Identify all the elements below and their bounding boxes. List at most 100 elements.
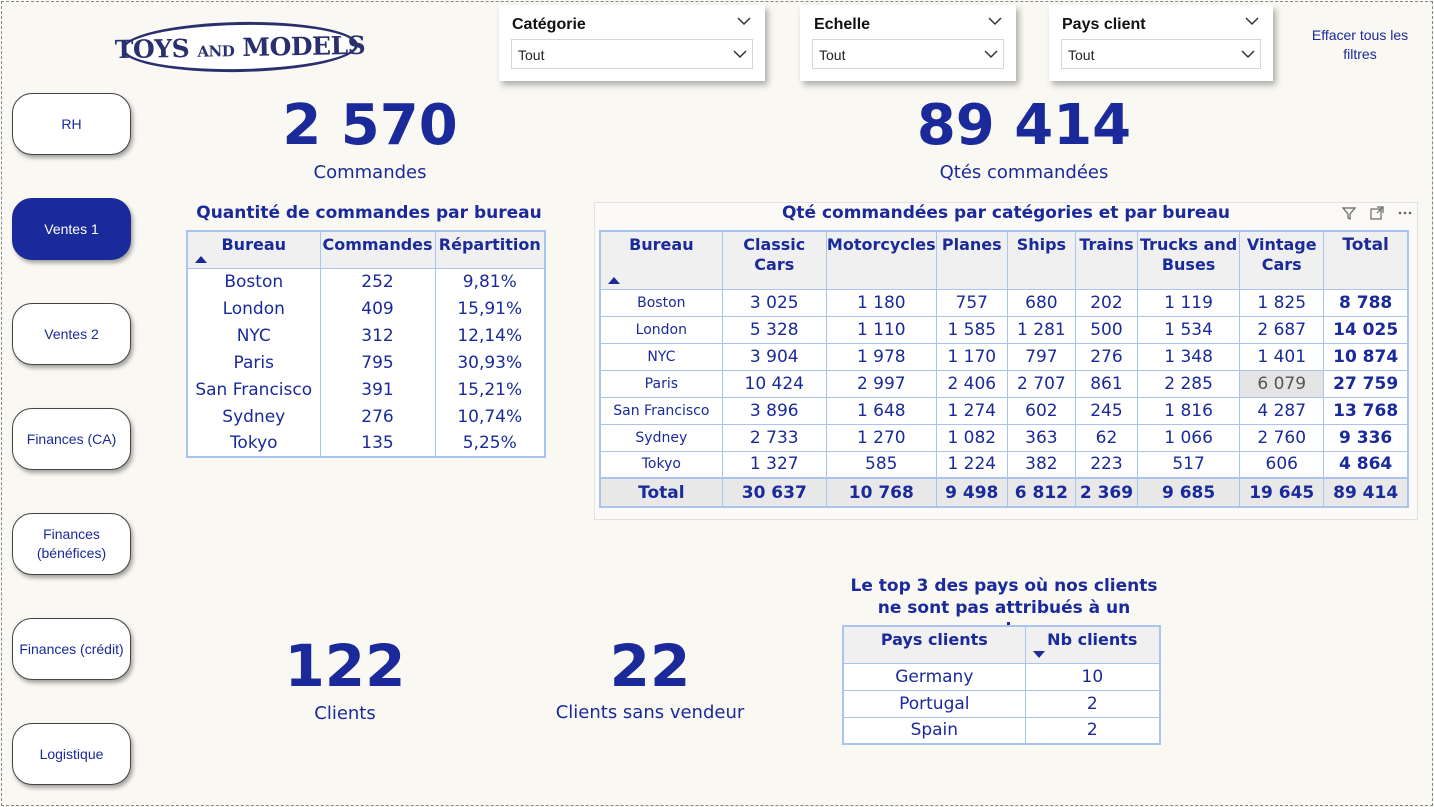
sort-ascending-icon[interactable] [608, 276, 620, 284]
more-options-icon[interactable] [1397, 205, 1413, 221]
table-row[interactable]: Tokyo 135 5,25% [186, 430, 546, 457]
matrix-cell: 1 066 [1137, 423, 1241, 452]
column-header-bureau[interactable]: Bureau [599, 230, 723, 290]
matrix-cell: 680 [1006, 288, 1076, 317]
kpi-clients-label: Clients [314, 703, 376, 724]
matrix-cell: 62 [1074, 423, 1139, 452]
column-header-nb-clients[interactable]: Nb clients [1024, 625, 1161, 664]
nav-button-ventes-1[interactable]: Ventes 1 [12, 198, 131, 260]
matrix-row[interactable]: San Francisco 3 896 1 648 1 274 602 245 1 816 4… [599, 396, 1409, 425]
slicer-categorie[interactable]: Catégorie Tout [499, 5, 765, 81]
total-label: Total [599, 477, 723, 508]
table-row[interactable]: NYC 312 12,14% [186, 322, 546, 349]
table-row[interactable]: Germany 10 [842, 662, 1161, 691]
table-cell: 9,81% [434, 268, 546, 295]
matrix-row[interactable]: Paris 10 424 2 997 2 406 2 707 861 2 285 6 079 2… [599, 369, 1409, 398]
row-header: NYC [599, 342, 723, 371]
column-header-label: Pays clients [880, 630, 988, 649]
table-cell: 15,91% [434, 295, 546, 322]
slicer-pays-client[interactable]: Pays client Tout [1049, 5, 1273, 81]
focus-mode-icon[interactable] [1369, 205, 1385, 221]
matrix-cell: 585 [825, 450, 937, 479]
nav-button-ventes-2[interactable]: Ventes 2 [12, 303, 131, 365]
chevron-down-icon[interactable] [737, 14, 751, 28]
table-cell: London [186, 295, 321, 322]
chevron-down-icon[interactable] [988, 14, 1002, 28]
column-header-label: Nb clients [1047, 630, 1138, 649]
nav-button-finances-benefices[interactable]: Finances (bénéfices) [12, 513, 131, 575]
total-cell: 10 768 [825, 477, 937, 508]
slicer-title: Echelle [814, 16, 871, 33]
matrix-row[interactable]: London 5 328 1 110 1 585 1 281 500 1 534 2 687 1… [599, 315, 1409, 344]
table-row[interactable]: San Francisco 391 15,21% [186, 376, 546, 403]
table-cell: Tokyo [186, 430, 321, 457]
row-header: Sydney [599, 423, 723, 452]
matrix-cell: 8 788 [1323, 288, 1409, 317]
column-header-ships[interactable]: Ships [1006, 230, 1076, 290]
matrix-row[interactable]: Sydney 2 733 1 270 1 082 363 62 1 066 2 760 9 33… [599, 423, 1409, 452]
table-row[interactable]: London 409 15,91% [186, 295, 546, 322]
nav-button-finances-credit[interactable]: Finances (crédit) [12, 618, 131, 680]
column-header-label: Trucks and Buses [1139, 235, 1238, 274]
table-cell: 30,93% [434, 349, 546, 376]
table-row[interactable]: Boston 252 9,81% [186, 268, 546, 295]
matrix-cell: 1 110 [825, 315, 937, 344]
matrix-title: Qté commandées par catégories et par bur… [781, 203, 1231, 223]
matrix-cell: 3 896 [721, 396, 827, 425]
column-header-vintage-cars[interactable]: Vintage Cars [1239, 230, 1325, 290]
matrix-cell: 1 401 [1239, 342, 1325, 371]
total-cell: 30 637 [721, 477, 827, 508]
total-cell: 9 498 [935, 477, 1008, 508]
slicer-echelle[interactable]: Echelle Tout [800, 5, 1016, 81]
table-row[interactable]: Spain 2 [842, 716, 1161, 745]
column-header-commandes[interactable]: Commandes [319, 230, 436, 269]
table-cell: Germany [842, 662, 1026, 691]
sort-ascending-icon[interactable] [195, 255, 207, 263]
filter-icon[interactable] [1341, 205, 1357, 221]
table-cell: 391 [319, 376, 436, 403]
visual-header-icons [1341, 205, 1413, 221]
slicer-dropdown[interactable]: Tout [812, 39, 1004, 69]
column-header-label: Classic Cars [743, 235, 806, 274]
column-header-trains[interactable]: Trains [1074, 230, 1139, 290]
total-cell: 9 685 [1137, 477, 1241, 508]
column-header-pays-clients[interactable]: Pays clients [842, 625, 1026, 664]
slicer-dropdown[interactable]: Tout [1061, 39, 1261, 69]
matrix-cell: 1 327 [721, 450, 827, 479]
nav-button-finances-ca[interactable]: Finances (CA) [12, 408, 131, 470]
total-cell: 2 369 [1074, 477, 1139, 508]
column-header-repartition[interactable]: Répartition [434, 230, 546, 269]
matrix-cell: 5 328 [721, 315, 827, 344]
table-row[interactable]: Portugal 2 [842, 689, 1161, 718]
nav-button-logistique[interactable]: Logistique [12, 723, 131, 785]
matrix-row[interactable]: Tokyo 1 327 585 1 224 382 223 517 606 4 864 [599, 450, 1409, 479]
column-header-label: Répartition [438, 235, 541, 254]
column-header-classic-cars[interactable]: Classic Cars [721, 230, 827, 290]
table-row[interactable]: Sydney 276 10,74% [186, 403, 546, 430]
column-header-label: Bureau [221, 235, 286, 254]
column-header-motorcycles[interactable]: Motorcycles [825, 230, 937, 290]
clear-filters-button[interactable]: Effacer tous les filtres [1300, 26, 1420, 64]
matrix-row[interactable]: NYC 3 904 1 978 1 170 797 276 1 348 1 401 10 874 [599, 342, 1409, 371]
nav-button-rh[interactable]: RH [12, 93, 131, 155]
column-header-trucks-and-buses[interactable]: Trucks and Buses [1137, 230, 1241, 290]
matrix-cell: 10 424 [721, 369, 827, 398]
matrix-cell: 2 687 [1239, 315, 1325, 344]
matrix-row[interactable]: Boston 3 025 1 180 757 680 202 1 119 1 825 8 788 [599, 288, 1409, 317]
matrix-cell: 14 025 [1323, 315, 1409, 344]
matrix-cell: 500 [1074, 315, 1139, 344]
column-header-total[interactable]: Total [1323, 230, 1409, 290]
table-row[interactable]: Paris 795 30,93% [186, 349, 546, 376]
matrix-cell: 1 119 [1137, 288, 1241, 317]
chevron-down-icon[interactable] [1245, 14, 1259, 28]
column-header-bureau[interactable]: Bureau [186, 230, 321, 269]
total-cell: 6 812 [1006, 477, 1076, 508]
column-header-planes[interactable]: Planes [935, 230, 1008, 290]
sort-descending-icon[interactable] [1032, 650, 1045, 658]
matrix-cell: 1 082 [935, 423, 1008, 452]
table-cell: Boston [186, 268, 321, 295]
slicer-dropdown[interactable]: Tout [511, 39, 753, 69]
matrix-cell: 517 [1137, 450, 1241, 479]
row-header: Tokyo [599, 450, 723, 479]
column-header-label: Ships [1016, 235, 1067, 254]
